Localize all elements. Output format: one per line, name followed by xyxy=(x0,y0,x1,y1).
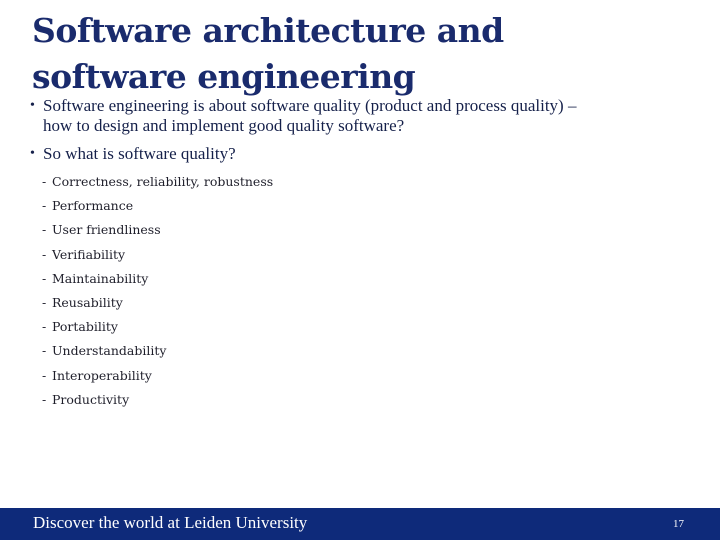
footer-band: Discover the world at Leiden University … xyxy=(0,508,720,540)
quality-attribute-label: Productivity xyxy=(52,391,130,407)
dash-icon: - xyxy=(42,222,47,238)
quality-attribute: - Correctness, reliability, robustness xyxy=(42,172,273,196)
quality-attribute: - Understandability xyxy=(42,341,273,365)
bullet-item: • So what is software quality? xyxy=(30,144,710,164)
dash-icon: - xyxy=(42,270,47,286)
title-line-2: software engineering xyxy=(32,57,416,96)
dash-icon: - xyxy=(42,198,47,214)
bullet-list: • Software engineering is about software… xyxy=(30,96,710,172)
slide-title: Software architecture and software engin… xyxy=(32,8,504,100)
dash-icon: - xyxy=(42,319,47,335)
quality-attribute: - Verifiability xyxy=(42,245,273,269)
quality-attribute: - Productivity xyxy=(42,390,273,414)
quality-attribute-label: Understandability xyxy=(52,343,167,359)
quality-attribute: - Interoperability xyxy=(42,366,273,390)
quality-attribute: - Reusability xyxy=(42,293,273,317)
bullet-item: • Software engineering is about software… xyxy=(30,96,710,136)
dash-icon: - xyxy=(42,343,47,359)
quality-attribute-label: Verifiability xyxy=(52,246,126,262)
slide: Software architecture and software engin… xyxy=(0,0,720,540)
dash-icon: - xyxy=(42,367,47,383)
footer-tagline: Discover the world at Leiden University xyxy=(33,513,308,532)
quality-attribute: - User friendliness xyxy=(42,220,273,244)
bullet-icon: • xyxy=(30,146,35,161)
quality-attribute-label: Correctness, reliability, robustness xyxy=(52,174,274,189)
quality-attribute-label: User friendliness xyxy=(52,222,161,238)
quality-attribute-label: Maintainability xyxy=(52,270,149,286)
quality-attribute: - Maintainability xyxy=(42,269,273,293)
quality-attribute-label: Interoperability xyxy=(52,367,152,383)
title-line-1: Software architecture and xyxy=(32,11,504,50)
bullet-text-line-2: how to design and implement good quality… xyxy=(43,116,405,135)
page-number: 17 xyxy=(673,518,684,530)
dash-icon: - xyxy=(42,391,47,407)
dash-icon: - xyxy=(42,174,47,189)
bullet-text: So what is software quality? xyxy=(43,144,236,163)
quality-attributes-list: - Correctness, reliability, robustness -P… xyxy=(42,172,273,414)
quality-attribute: - Portability xyxy=(42,317,273,341)
quality-attribute-label: Portability xyxy=(52,319,118,335)
bullet-icon: • xyxy=(30,98,35,113)
dash-icon: - xyxy=(42,246,47,262)
quality-attribute-label: Reusability xyxy=(52,294,123,310)
bullet-text-line-1: Software engineering is about software q… xyxy=(43,96,577,115)
quality-attribute-label: Performance xyxy=(52,198,134,214)
quality-attribute: - Performance xyxy=(42,196,273,220)
dash-icon: - xyxy=(42,294,47,310)
